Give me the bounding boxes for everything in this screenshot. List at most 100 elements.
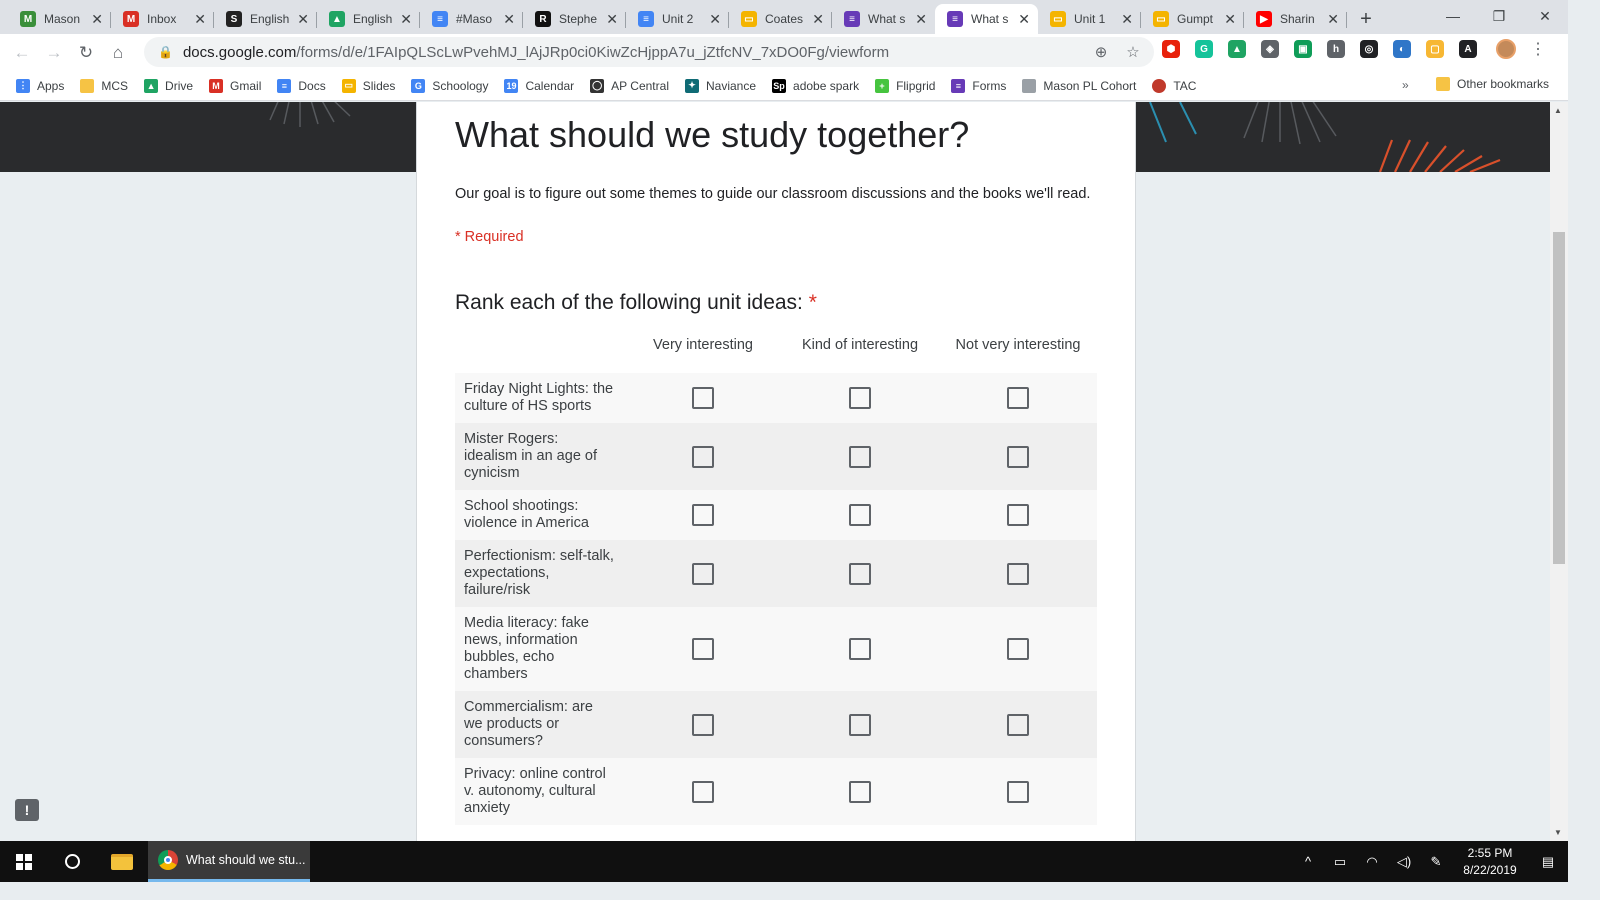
taskbar-chrome-window[interactable]: What should we stu... [148,841,310,882]
wifi-icon[interactable]: ◠ [1356,854,1388,870]
tab-close-icon[interactable]: ✕ [812,11,824,28]
bookmark-item[interactable]: Mason PL Cohort [1022,78,1136,93]
spiral-ext-icon[interactable]: ◎ [1360,40,1378,58]
start-button[interactable] [0,841,48,882]
browser-tab[interactable]: ≡ What s ✕ [935,4,1038,34]
bookmark-item[interactable]: ≡ Forms [951,78,1006,93]
grid-checkbox[interactable] [849,387,871,409]
bookmark-item[interactable]: TAC [1152,78,1196,93]
volume-icon[interactable]: ◁) [1388,854,1420,870]
zoom-icon[interactable]: ⊕ [1090,43,1112,61]
grid-checkbox[interactable] [692,713,714,736]
grid-checkbox[interactable] [692,445,714,468]
grid-checkbox[interactable] [849,780,871,803]
screencast-ext-icon[interactable]: ▢ [1426,40,1444,58]
tab-close-icon[interactable]: ✕ [606,11,618,28]
browser-tab[interactable]: ▭ Coates ✕ [729,4,832,34]
browser-tab[interactable]: ▭ Gumpt ✕ [1141,4,1244,34]
grid-checkbox[interactable] [1007,638,1029,660]
grid-checkbox[interactable] [849,638,871,660]
tab-close-icon[interactable]: ✕ [1327,11,1339,28]
reload-button[interactable]: ↻ [70,37,102,69]
bookmark-item[interactable]: ✦ Naviance [684,78,756,93]
close-window-button[interactable]: ✕ [1522,0,1568,32]
tab-close-icon[interactable]: ✕ [503,11,515,28]
browser-tab[interactable]: M Mason ✕ [8,4,111,34]
bookmark-item[interactable]: ▭ Slides [341,78,395,93]
bookmark-item[interactable]: ▲ Drive [144,78,193,93]
tab-close-icon[interactable]: ✕ [91,11,103,28]
grid-checkbox[interactable] [849,713,871,736]
adblock-icon[interactable]: ⬢ [1162,40,1180,58]
grid-checkbox[interactable] [1007,713,1029,736]
grid-checkbox[interactable] [692,387,714,409]
browser-tab[interactable]: ≡ Unit 2 ✕ [626,4,729,34]
bookmark-item[interactable]: + Flipgrid [875,78,935,93]
clock[interactable]: 2:55 PM 8/22/2019 [1452,845,1528,879]
grid-checkbox[interactable] [849,562,871,585]
grid-checkbox[interactable] [1007,780,1029,803]
menu-dots-icon[interactable]: ⋮ [1530,39,1546,59]
browser-tab[interactable]: ▶ Sharin ✕ [1244,4,1347,34]
grid-checkbox[interactable] [1007,387,1029,409]
scroll-thumb[interactable] [1553,232,1565,564]
pen-icon[interactable]: ✎ [1420,854,1452,870]
grid-checkbox[interactable] [1007,445,1029,468]
browser-tab[interactable]: M Inbox ✕ [111,4,214,34]
edpuzzle-ext-icon[interactable]: ◐ [1393,40,1411,58]
action-center-icon[interactable]: ▤ [1528,854,1568,870]
bookmark-item[interactable]: ≡ Docs [277,78,326,93]
tab-close-icon[interactable]: ✕ [194,11,206,28]
new-tab-button[interactable]: + [1351,4,1381,34]
scroll-up-arrow-icon[interactable]: ▲ [1554,106,1562,115]
more-bookmarks-button[interactable]: » [1402,78,1409,92]
bookmark-star-icon[interactable]: ☆ [1122,43,1144,61]
tab-close-icon[interactable]: ✕ [709,11,721,28]
bookmark-item[interactable]: MCS [80,78,128,93]
bookmark-item[interactable]: M Gmail [209,78,261,93]
grammarly-icon[interactable]: G [1195,40,1213,58]
bookmark-item[interactable]: Sp adobe spark [772,78,859,93]
minimize-button[interactable]: — [1430,0,1476,32]
bookmark-item[interactable]: ◯ AP Central [590,78,669,93]
grid-checkbox[interactable] [692,780,714,803]
browser-tab[interactable]: ▭ Unit 1 ✕ [1038,4,1141,34]
back-button[interactable]: ← [6,37,38,69]
tab-close-icon[interactable]: ✕ [297,11,309,28]
grid-checkbox[interactable] [1007,562,1029,585]
tab-close-icon[interactable]: ✕ [1018,11,1030,28]
grid-checkbox[interactable] [1007,504,1029,526]
battery-icon[interactable]: ▭ [1324,854,1356,870]
forward-button[interactable]: → [38,37,70,69]
browser-tab[interactable]: ≡ What s ✕ [832,4,935,34]
grid-checkbox[interactable] [692,504,714,526]
file-explorer-icon[interactable] [96,841,148,882]
cortana-search-icon[interactable] [48,841,96,882]
browser-tab[interactable]: R Stephe ✕ [523,4,626,34]
scroll-down-arrow-icon[interactable]: ▼ [1554,828,1562,837]
bookmark-item[interactable]: G Schoology [411,78,488,93]
browser-tab[interactable]: S English ✕ [214,4,317,34]
tab-close-icon[interactable]: ✕ [915,11,927,28]
other-bookmarks[interactable]: Other bookmarks [1436,77,1549,91]
h-ext-icon[interactable]: h [1327,40,1345,58]
bookmark-item[interactable]: ⋮ Apps [16,78,64,93]
tab-close-icon[interactable]: ✕ [400,11,412,28]
drive-ext-icon[interactable]: ▲ [1228,40,1246,58]
report-issue-icon[interactable]: ! [15,799,39,821]
classroom-ext-icon[interactable]: ▣ [1294,40,1312,58]
address-bar[interactable]: 🔒 docs.google.com/forms/d/e/1FAIpQLScLwP… [144,37,1154,67]
restore-button[interactable]: ❐ [1476,0,1522,32]
grid-checkbox[interactable] [692,638,714,660]
browser-tab[interactable]: ▲ English ✕ [317,4,420,34]
tab-close-icon[interactable]: ✕ [1224,11,1236,28]
browser-tab[interactable]: ≡ #Maso ✕ [420,4,523,34]
profile-avatar[interactable] [1496,39,1516,59]
show-hidden-icons-icon[interactable]: ^ [1292,854,1324,869]
page-scrollbar[interactable]: ▲ ▼ [1550,102,1568,841]
keep-ext-icon[interactable]: ◈ [1261,40,1279,58]
home-button[interactable]: ⌂ [102,37,134,69]
grid-checkbox[interactable] [849,504,871,526]
a-ext-icon[interactable]: A [1459,40,1477,58]
grid-checkbox[interactable] [849,445,871,468]
